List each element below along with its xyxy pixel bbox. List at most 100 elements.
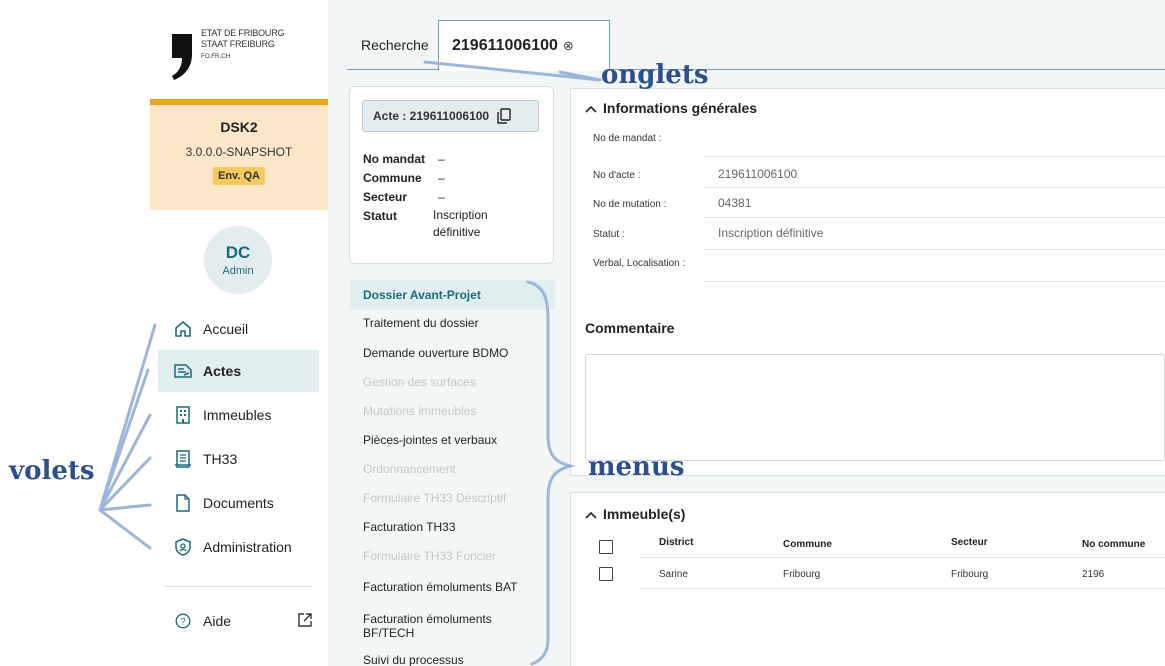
sidebar-item-accueil[interactable]: Accueil: [158, 308, 319, 350]
field-divider: [705, 217, 1165, 218]
summary-row: Secteur –: [363, 190, 445, 204]
menu-item-ordonnancement: Ordonnancement: [363, 462, 456, 476]
menu-item-demande-bdmo[interactable]: Demande ouverture BDMO: [350, 346, 555, 360]
annotation-menus: menus: [588, 452, 685, 482]
field-divider: [705, 156, 1165, 157]
field-value-no-mutation: 04381: [718, 196, 752, 210]
avatar-role: Admin: [222, 265, 254, 277]
svg-text:?: ?: [180, 617, 185, 627]
tab-acte[interactable]: 219611006100 ⊗: [438, 20, 610, 71]
summary-value: Inscription définitive: [433, 208, 488, 239]
register-icon: [173, 449, 193, 469]
sidebar-item-label: Documents: [203, 495, 274, 511]
tab-label: 219611006100: [452, 36, 558, 54]
summary-row: Statut Inscription définitive: [363, 208, 523, 241]
info-title-text: Informations générales: [603, 100, 758, 116]
logo-text: ETAT DE FRIBOURG STAAT FREIBURG FO.FR.CH: [201, 28, 285, 62]
sidebar-item-documents[interactable]: Documents: [158, 482, 319, 524]
acte-summary-card: Acte : 219611006100 No mandat – Commune – …: [349, 86, 554, 264]
annotation-volets: volets: [9, 456, 95, 486]
field-divider: [705, 187, 1165, 188]
menu-item-dossier-avant-projet[interactable]: Dossier Avant-Projet: [350, 280, 555, 310]
sidebar-item-immeubles[interactable]: Immeubles: [158, 394, 319, 436]
select-all-checkbox[interactable]: [599, 540, 613, 554]
menu-item-suivi[interactable]: Suivi du processus: [350, 653, 555, 666]
summary-key: Secteur: [363, 190, 408, 204]
summary-value: –: [438, 171, 445, 185]
summary-value: –: [438, 152, 445, 166]
app-version: 3.0.0.0-SNAPSHOT: [185, 145, 293, 159]
avatar-initials: DC: [225, 243, 251, 262]
document-icon: [173, 493, 193, 513]
chevron-up-icon: [585, 100, 597, 116]
building-icon: [173, 405, 193, 425]
acte-chip: Acte : 219611006100: [362, 100, 539, 132]
menu-item-facturation-th33[interactable]: Facturation TH33: [350, 520, 555, 534]
col-header-district[interactable]: District: [659, 537, 693, 548]
copy-icon[interactable]: [497, 108, 511, 124]
summary-key: Commune: [363, 171, 422, 185]
sidebar-item-th33[interactable]: TH33: [158, 438, 319, 480]
sidebar-item-label: Immeubles: [203, 407, 272, 423]
col-header-commune[interactable]: Commune: [783, 539, 832, 550]
immeubles-title-text: Immeuble(s): [603, 506, 686, 522]
deed-icon: [173, 361, 193, 381]
sidebar-item-actes[interactable]: Actes: [158, 350, 319, 392]
logo-line-2: STAAT FREIBURG: [201, 39, 275, 49]
shield-icon: [173, 537, 193, 557]
annotation-onglets: onglets: [601, 60, 709, 90]
menu-item-pieces-jointes[interactable]: Pièces-jointes et verbaux: [350, 433, 555, 447]
field-label: No de mutation :: [593, 199, 667, 210]
logo-line-3: FO.FR.CH: [201, 53, 231, 60]
summary-value: –: [438, 190, 445, 204]
tab-label: Recherche: [361, 37, 429, 53]
cell-commune: Fribourg: [783, 569, 821, 580]
close-tab-icon[interactable]: ⊗: [563, 38, 574, 54]
field-value-no-acte: 219611006100: [718, 167, 798, 181]
avatar[interactable]: DC Admin: [204, 226, 272, 294]
comma-logo-icon: [172, 34, 192, 80]
table-header-divider: [640, 557, 1165, 558]
field-value-statut: Inscription définitive: [718, 226, 824, 240]
field-divider: [705, 249, 1165, 250]
home-icon: [173, 319, 193, 339]
external-link-icon[interactable]: [297, 612, 313, 631]
field-label: No de mandat :: [593, 133, 662, 144]
menu-item-gestion-surfaces: Gestion des surfaces: [363, 375, 476, 389]
menu-item-emoluments-bf[interactable]: Facturation émoluments BF/TECH: [350, 612, 540, 640]
menu-item-mutations: Mutations immeubles: [363, 404, 477, 418]
tab-recherche[interactable]: Recherche: [361, 20, 429, 70]
summary-row: Commune –: [363, 171, 445, 185]
cell-district: Sarine: [659, 569, 688, 580]
info-panel-title[interactable]: Informations générales: [585, 100, 757, 116]
sidebar-divider: [164, 586, 312, 587]
row-checkbox[interactable]: [599, 567, 613, 581]
field-label: Statut :: [593, 229, 625, 240]
env-badge: Env. QA: [213, 167, 265, 185]
summary-key: No mandat: [363, 152, 426, 166]
acte-label: Acte : 219611006100: [373, 109, 490, 123]
sidebar-item-label: TH33: [203, 451, 238, 467]
menu-item-traitement[interactable]: Traitement du dossier: [350, 316, 555, 330]
help-label: Aide: [203, 613, 232, 629]
field-divider: [705, 281, 1165, 282]
canton-logo[interactable]: ETAT DE FRIBOURG STAAT FREIBURG FO.FR.CH: [170, 26, 320, 82]
help-link[interactable]: ? Aide: [158, 600, 313, 642]
app-name: DSK2: [220, 119, 258, 135]
sidebar-item-administration[interactable]: Administration: [158, 526, 319, 568]
chevron-up-icon: [585, 506, 597, 522]
table-row-divider: [640, 588, 1165, 589]
col-header-secteur[interactable]: Secteur: [951, 537, 988, 548]
col-header-no-commune[interactable]: No commune: [1082, 539, 1145, 550]
menu-item-th33-descriptif: Formulaire TH33 Descriptif: [363, 491, 507, 505]
help-icon: ?: [173, 611, 193, 631]
logo-line-1: ETAT DE FRIBOURG: [201, 28, 285, 38]
sidebar-item-label: Administration: [203, 539, 292, 555]
immeubles-panel-title[interactable]: Immeuble(s): [585, 506, 685, 522]
environment-box: DSK2 3.0.0.0-SNAPSHOT Env. QA: [150, 99, 328, 210]
sidebar-item-label: Actes: [203, 363, 242, 379]
tab-bar: Recherche 219611006100 ⊗: [347, 20, 1165, 71]
menu-item-emoluments-bat[interactable]: Facturation émoluments BAT: [350, 580, 555, 594]
field-label: Verbal, Localisation :: [593, 258, 686, 269]
comment-textarea[interactable]: [585, 354, 1165, 461]
